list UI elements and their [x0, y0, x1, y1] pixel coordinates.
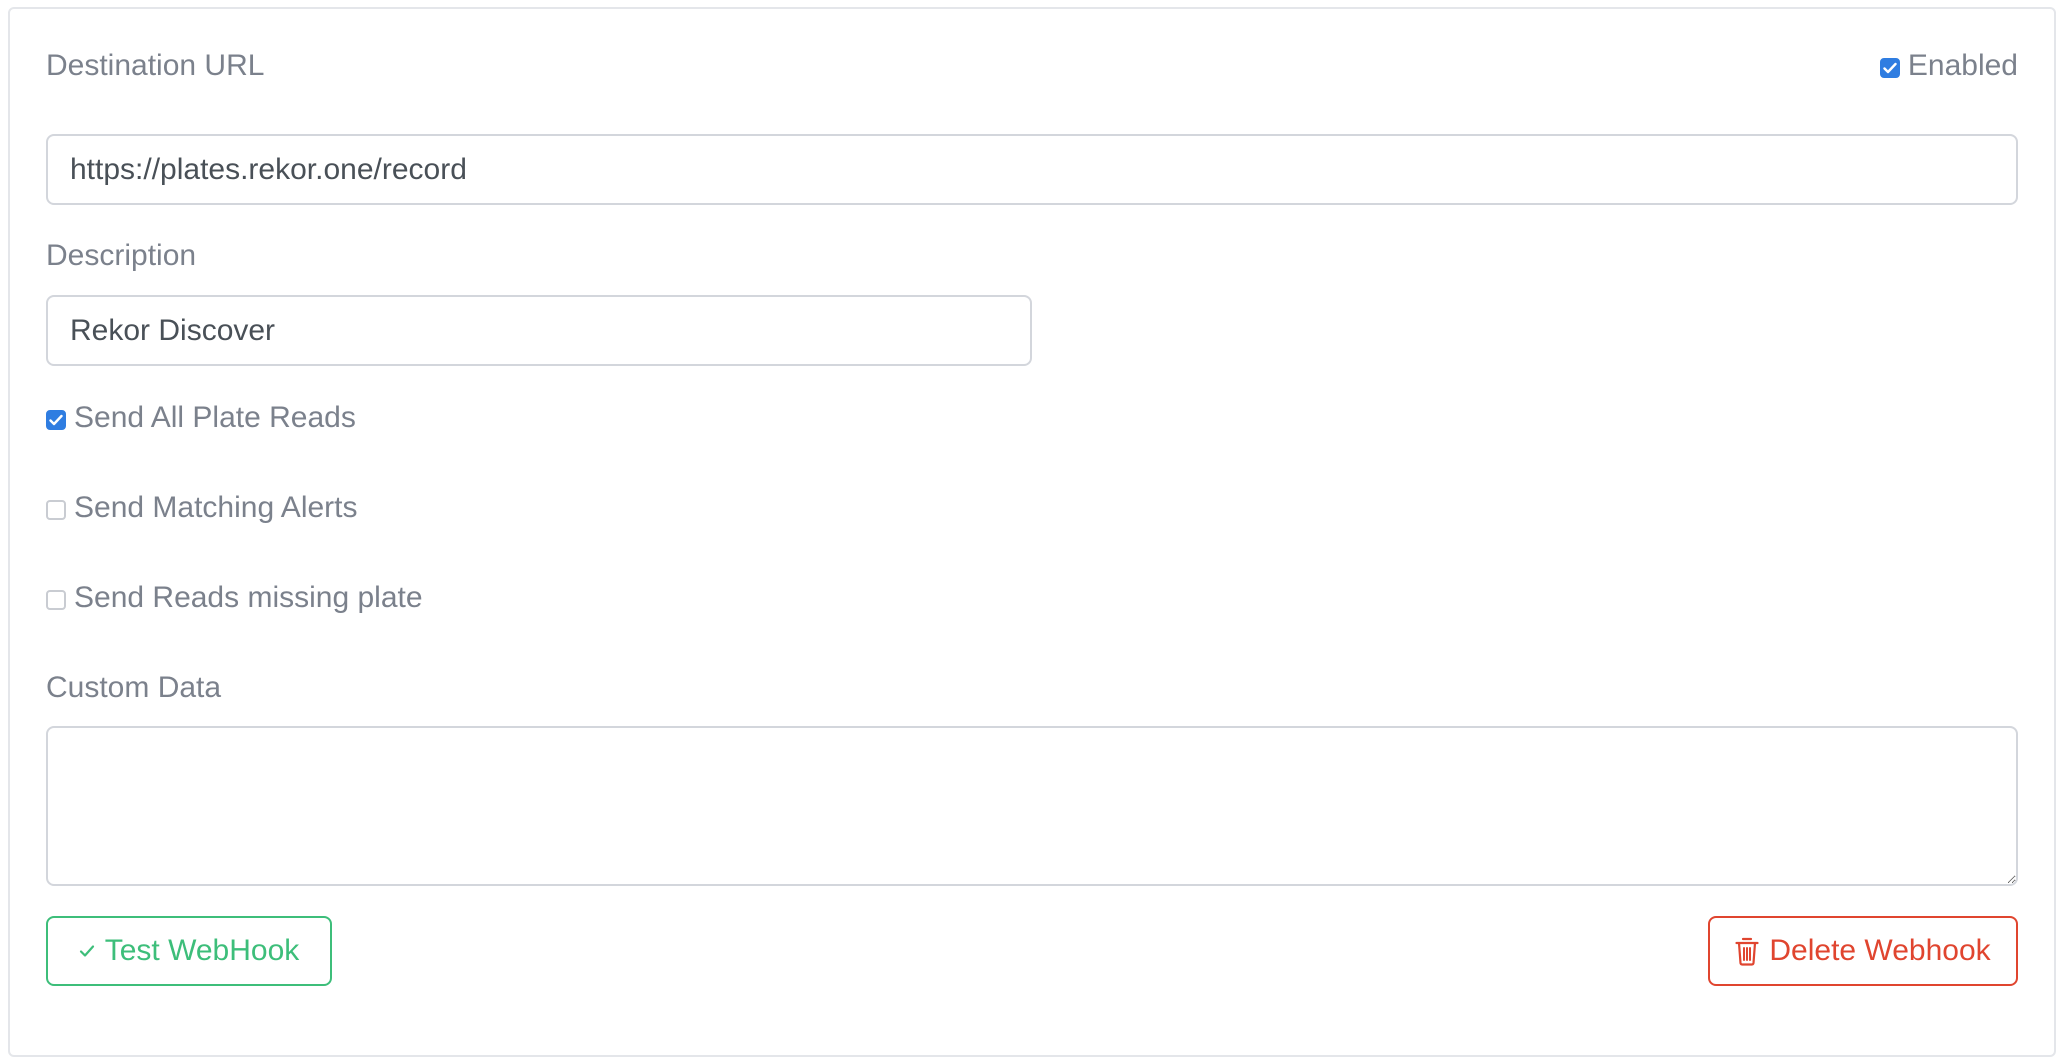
send-matching-alerts-option[interactable]: Send Matching Alerts — [46, 490, 358, 526]
delete-webhook-button[interactable]: Delete Webhook — [1708, 916, 2018, 986]
send-all-plate-reads-checkbox[interactable] — [46, 410, 66, 430]
check-icon — [79, 944, 95, 958]
send-reads-missing-plate-checkbox[interactable] — [46, 590, 66, 610]
send-reads-missing-plate-label: Send Reads missing plate — [74, 581, 423, 614]
destination-url-input[interactable] — [46, 134, 2018, 205]
test-webhook-button[interactable]: Test WebHook — [46, 916, 332, 986]
trash-icon — [1735, 936, 1759, 966]
checkmark-icon — [49, 414, 63, 426]
send-reads-missing-plate-option[interactable]: Send Reads missing plate — [46, 580, 423, 616]
description-label: Description — [46, 239, 197, 272]
description-input[interactable] — [46, 295, 1032, 366]
enabled-checkbox[interactable] — [1879, 58, 1900, 78]
delete-webhook-label: Delete Webhook — [1769, 934, 1991, 967]
send-all-plate-reads-label: Send All Plate Reads — [74, 401, 356, 434]
enabled-label: Enabled — [1907, 49, 2018, 82]
enabled-toggle[interactable]: Enabled — [1879, 48, 2018, 84]
send-matching-alerts-checkbox[interactable] — [46, 500, 66, 520]
checkmark-icon — [1883, 62, 1897, 74]
custom-data-textarea[interactable] — [46, 726, 2018, 886]
send-matching-alerts-label: Send Matching Alerts — [74, 491, 358, 524]
send-all-plate-reads-option[interactable]: Send All Plate Reads — [46, 400, 356, 436]
test-webhook-label: Test WebHook — [104, 934, 300, 967]
custom-data-label: Custom Data — [46, 671, 222, 704]
destination-url-label: Destination URL — [46, 49, 265, 82]
